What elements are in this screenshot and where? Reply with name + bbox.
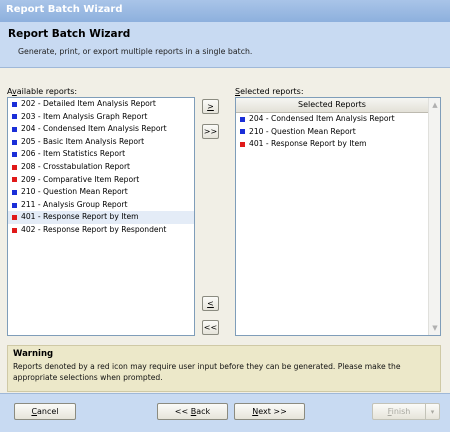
list-item[interactable]: 211 - Analysis Group Report (8, 199, 194, 212)
chevron-down-icon[interactable]: ▾ (425, 404, 439, 419)
selected-label-rest: elected reports: (240, 87, 304, 96)
window-titlebar: Report Batch Wizard (0, 0, 450, 22)
scroll-down-icon[interactable]: ▼ (430, 323, 440, 333)
blue-report-icon (12, 101, 17, 107)
list-item-label: 206 - Item Statistics Report (21, 149, 126, 159)
cancel-label: Cancel (31, 407, 59, 416)
list-item[interactable]: 210 - Question Mean Report (8, 186, 194, 199)
selected-reports-scrollbar[interactable]: ▲ ▼ (428, 98, 440, 335)
blue-report-icon (12, 114, 17, 120)
list-item-label: 401 - Response Report by Item (249, 139, 367, 149)
list-item-label: 204 - Condensed Item Analysis Report (249, 114, 395, 123)
remove-all-button[interactable]: << (202, 320, 219, 335)
list-item[interactable]: 401 - Response Report by Item (8, 211, 194, 224)
list-item[interactable]: 204 - Condensed Item Analysis Report (8, 123, 194, 136)
blue-report-icon (12, 126, 17, 132)
cancel-button[interactable]: Cancel (14, 403, 76, 420)
blue-report-icon (240, 129, 245, 135)
next-button[interactable]: Next >> (234, 403, 305, 420)
selected-reports-list[interactable]: Selected Reports 204 - Condensed Item An… (235, 97, 441, 336)
blue-report-icon (12, 202, 17, 208)
remove-selected-label: < (207, 299, 214, 308)
list-item-label: 204 - Condensed Item Analysis Report (21, 124, 167, 134)
remove-selected-button[interactable]: < (202, 296, 219, 311)
list-item[interactable]: 401 - Response Report by Item (236, 138, 440, 151)
list-item-label: 208 - Crosstabulation Report (21, 161, 131, 171)
warning-title: Warning (13, 349, 54, 359)
list-item-label: 210 - Question Mean Report (21, 187, 128, 197)
add-all-label: >> (203, 127, 218, 136)
finish-button[interactable]: Finish ▾ (372, 403, 440, 420)
list-item-label: 202 - Detailed Item Analysis Report (21, 99, 156, 108)
list-item-label: 205 - Basic Item Analysis Report (21, 136, 145, 146)
available-reports-list[interactable]: 202 - Detailed Item Analysis Report 203 -… (7, 97, 195, 336)
warning-panel: Warning Reports denoted by a red icon ma… (7, 345, 441, 392)
list-item-label: 211 - Analysis Group Report (21, 199, 128, 209)
warning-text: Reports denoted by a red icon may requir… (13, 362, 401, 382)
list-item[interactable]: 206 - Item Statistics Report (8, 148, 194, 161)
selected-reports-column-header[interactable]: Selected Reports (236, 98, 428, 113)
add-selected-button[interactable]: > (202, 99, 219, 114)
blue-report-icon (240, 116, 245, 122)
list-item[interactable]: 203 - Item Analysis Graph Report (8, 111, 194, 124)
red-report-icon (240, 141, 245, 147)
back-button[interactable]: << Back (157, 403, 228, 420)
list-item[interactable]: 402 - Response Report by Respondent (8, 224, 194, 237)
list-item[interactable]: 209 - Comparative Item Report (8, 174, 194, 187)
finish-label: Finish (387, 407, 411, 416)
list-item-label: 210 - Question Mean Report (249, 126, 356, 136)
scroll-up-icon[interactable]: ▲ (430, 100, 440, 110)
list-item-label: 401 - Response Report by Item (21, 212, 139, 222)
back-label: << Back (174, 407, 211, 416)
selected-reports-label: Selected reports: (235, 87, 304, 96)
available-label-rest: ailable reports: (16, 87, 78, 96)
list-item[interactable]: 204 - Condensed Item Analysis Report (236, 113, 440, 126)
available-reports-label: Available reports: (7, 87, 77, 96)
next-label: Next >> (252, 407, 287, 416)
list-item-label: 402 - Response Report by Respondent (21, 224, 167, 234)
red-report-icon (12, 227, 17, 233)
list-item[interactable]: 210 - Question Mean Report (236, 126, 440, 139)
selected-reports-items: 204 - Condensed Item Analysis Report 210 … (236, 113, 440, 151)
red-report-icon (12, 164, 17, 170)
add-selected-label: > (207, 102, 214, 111)
blue-report-icon (12, 152, 17, 158)
list-item-label: 203 - Item Analysis Graph Report (21, 111, 148, 121)
blue-report-icon (12, 139, 17, 145)
remove-all-label: << (203, 323, 218, 332)
list-item[interactable]: 202 - Detailed Item Analysis Report (8, 98, 194, 111)
red-report-icon (12, 177, 17, 183)
wizard-title: Report Batch Wizard (8, 28, 131, 40)
list-item-label: 209 - Comparative Item Report (21, 174, 140, 184)
red-report-icon (12, 215, 17, 221)
wizard-header: Report Batch Wizard Generate, print, or … (0, 22, 450, 68)
blue-report-icon (12, 189, 17, 195)
window-title: Report Batch Wizard (6, 4, 123, 15)
list-item[interactable]: 205 - Basic Item Analysis Report (8, 136, 194, 149)
add-all-button[interactable]: >> (202, 124, 219, 139)
list-item[interactable]: 208 - Crosstabulation Report (8, 161, 194, 174)
wizard-subtitle: Generate, print, or export multiple repo… (18, 47, 253, 56)
